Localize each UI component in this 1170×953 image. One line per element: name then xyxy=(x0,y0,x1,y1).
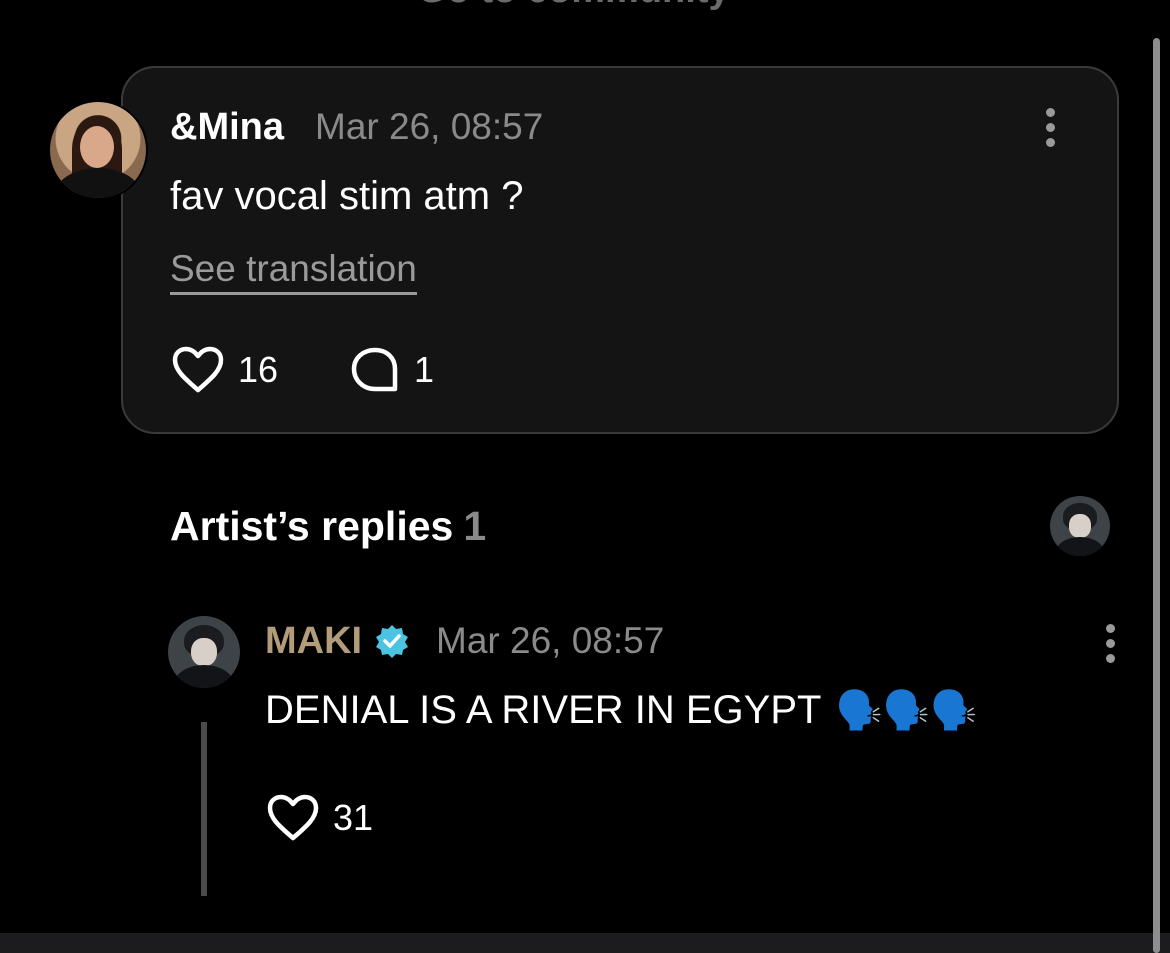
reply-timestamp: Mar 26, 08:57 xyxy=(436,620,665,661)
post-timestamp: Mar 26, 08:57 xyxy=(315,106,544,147)
post-comment-button[interactable]: 1 xyxy=(350,346,434,394)
speaking-head-emoji: 🗣️🗣️🗣️ xyxy=(835,690,978,732)
go-to-community-link[interactable]: Go to community › xyxy=(0,0,1170,10)
user-avatar[interactable] xyxy=(48,100,148,200)
reply-author-avatar[interactable] xyxy=(168,616,240,688)
post-comment-count: 1 xyxy=(414,349,435,390)
reply-like-count: 31 xyxy=(333,797,374,838)
reply-more-icon[interactable] xyxy=(1105,624,1115,663)
bottom-bar xyxy=(0,933,1170,953)
reply-like-button[interactable]: 31 xyxy=(267,794,373,842)
thread-line xyxy=(201,722,207,896)
heart-icon xyxy=(267,794,319,841)
artist-replies-heading: Artist’s replies 1 xyxy=(170,503,487,549)
post-body-text: fav vocal stim atm ? xyxy=(170,174,524,218)
scrollbar[interactable] xyxy=(1153,38,1160,953)
comment-bubble-icon xyxy=(351,347,398,392)
artist-avatar-small[interactable] xyxy=(1050,496,1110,556)
see-translation-link[interactable]: See translation xyxy=(170,247,417,295)
heart-icon xyxy=(172,346,224,393)
artist-replies-count: 1 xyxy=(463,503,487,549)
post-author-name[interactable]: &Mina xyxy=(170,105,284,149)
reply-author-name[interactable]: MAKI xyxy=(265,619,362,663)
post-like-button[interactable]: 16 xyxy=(172,346,278,394)
verified-badge-icon xyxy=(376,625,408,658)
reply-body-text: DENIAL IS A RIVER IN EGYPT 🗣️🗣️🗣️ xyxy=(265,688,978,732)
post-more-icon[interactable] xyxy=(1045,108,1055,147)
post-like-count: 16 xyxy=(238,349,279,390)
